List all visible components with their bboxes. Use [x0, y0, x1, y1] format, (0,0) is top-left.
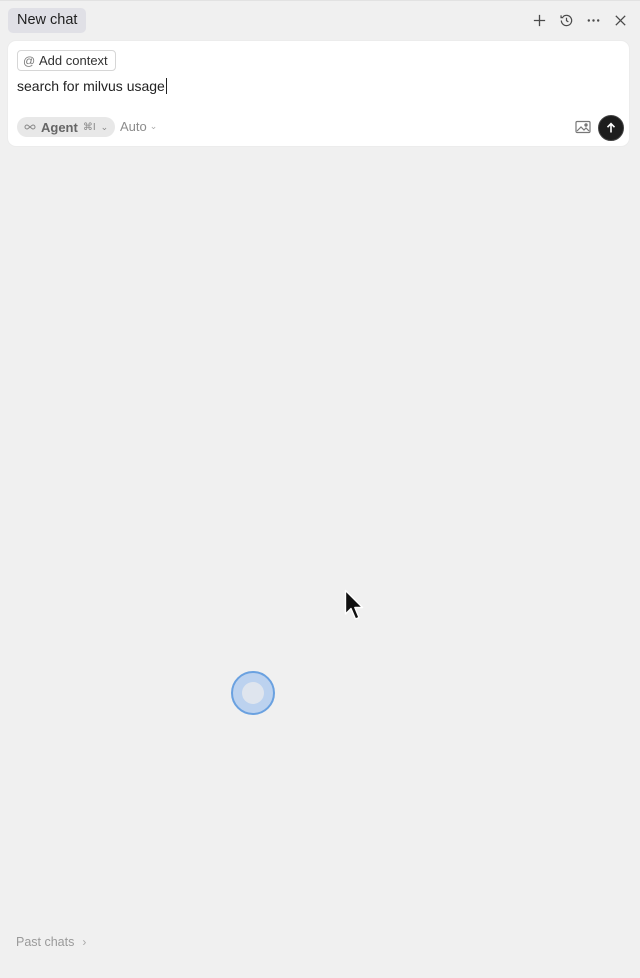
model-selector[interactable]: Auto ⌄: [120, 119, 157, 134]
more-icon[interactable]: [584, 10, 603, 31]
click-indicator: [231, 671, 275, 715]
plus-icon[interactable]: [530, 10, 549, 31]
top-bar: New chat: [0, 0, 640, 41]
arrow-up-icon: [606, 122, 616, 133]
add-context-button[interactable]: @ Add context: [17, 50, 116, 71]
past-chats-link[interactable]: Past chats ›: [16, 935, 86, 949]
mode-label: Agent: [41, 119, 78, 135]
chevron-right-icon: ›: [82, 935, 87, 949]
chevron-down-icon: ⌄: [149, 121, 158, 131]
at-sign-icon: @: [23, 53, 36, 68]
mouse-cursor-icon: [344, 589, 364, 620]
text-caret: [165, 78, 167, 94]
add-context-label: Add context: [39, 53, 108, 68]
past-chats-label: Past chats: [16, 935, 75, 949]
prompt-text: search for milvus usage: [17, 78, 165, 94]
chevron-down-icon: ⌄: [100, 121, 109, 132]
prompt-input[interactable]: search for milvus usage: [17, 78, 167, 94]
history-icon[interactable]: [557, 10, 576, 31]
send-button[interactable]: [598, 115, 624, 141]
mode-shortcut: ⌘I: [82, 121, 96, 133]
infinity-icon: [24, 124, 36, 130]
mode-selector[interactable]: Agent ⌘I ⌄: [17, 117, 116, 137]
close-icon[interactable]: [611, 10, 630, 31]
tab-new-chat[interactable]: New chat: [8, 8, 87, 33]
top-toolbar: [530, 10, 630, 31]
model-label: Auto: [120, 119, 147, 134]
chat-composer: @ Add context search for milvus usage Ag…: [8, 41, 629, 146]
image-icon[interactable]: [575, 120, 591, 134]
